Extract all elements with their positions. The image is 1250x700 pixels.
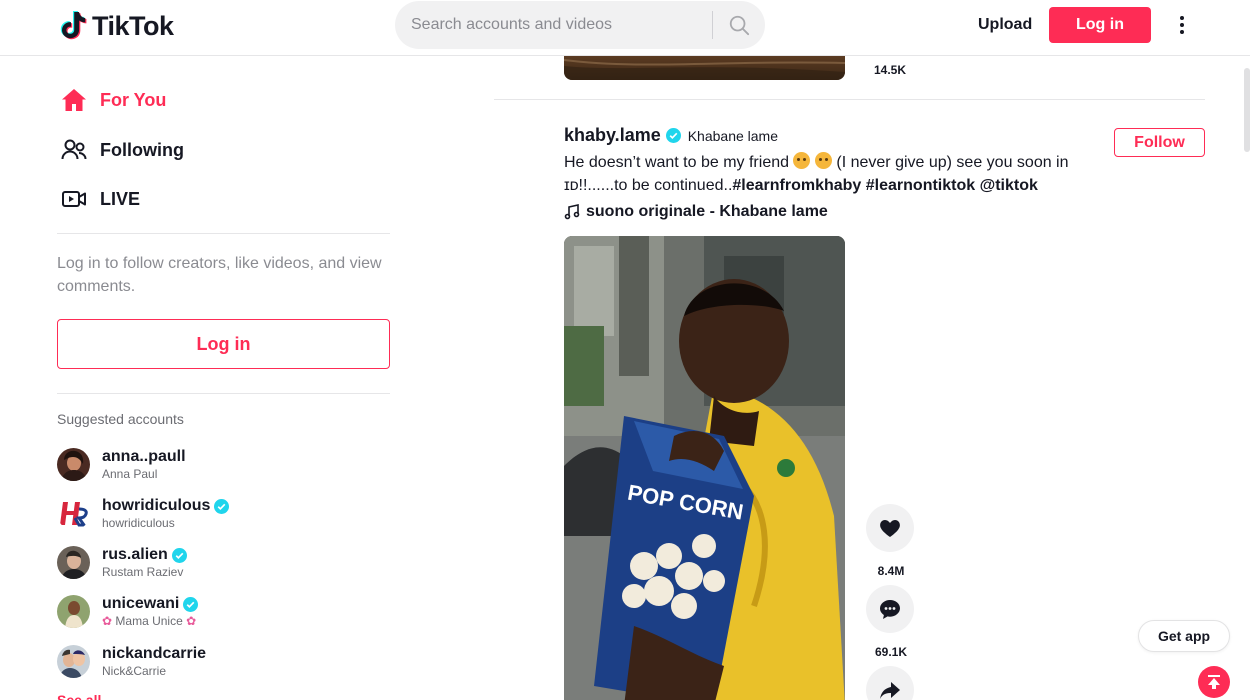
verified-badge-icon bbox=[214, 498, 230, 514]
feed-divider bbox=[494, 99, 1205, 100]
tiktok-note-icon bbox=[60, 11, 87, 40]
verified-badge-icon bbox=[183, 596, 199, 612]
comment-action: 69.1K bbox=[866, 585, 916, 659]
sidebar-item-live[interactable]: LIVE bbox=[60, 185, 140, 213]
post-nickname: Khabane lame bbox=[687, 127, 779, 144]
see-all-link[interactable]: See all bbox=[57, 692, 101, 700]
people-icon bbox=[61, 139, 87, 160]
follow-button[interactable]: Follow bbox=[1114, 128, 1205, 157]
header-login-button[interactable]: Log in bbox=[1049, 7, 1151, 43]
home-icon bbox=[62, 89, 86, 111]
sidebar-item-following[interactable]: Following bbox=[60, 136, 184, 164]
comment-button[interactable] bbox=[866, 585, 914, 633]
account-name: ✿ Mama Unice ✿ bbox=[102, 614, 197, 628]
verified-badge-icon bbox=[171, 547, 187, 563]
page-scrollbar[interactable] bbox=[1244, 68, 1250, 152]
get-app-button[interactable]: Get app bbox=[1138, 620, 1230, 652]
avatar bbox=[57, 595, 90, 628]
mention-link[interactable]: @tiktok bbox=[980, 177, 1038, 194]
back-to-top-button[interactable] bbox=[1198, 666, 1230, 698]
account-username: unicewani bbox=[102, 595, 199, 613]
music-link[interactable]: suono originale - Khabane lame bbox=[564, 203, 828, 221]
sidebar-item-for-you[interactable]: For You bbox=[60, 86, 166, 114]
suggested-account[interactable]: rus.alien Rustam Raziev bbox=[57, 546, 387, 586]
heart-icon bbox=[880, 520, 900, 537]
sidebar-item-label: Following bbox=[100, 139, 184, 160]
music-note-icon bbox=[564, 204, 580, 220]
sad-emoji-icon bbox=[793, 152, 811, 169]
suggested-account[interactable]: unicewani ✿ Mama Unice ✿ bbox=[57, 595, 387, 635]
like-count: 8.4M bbox=[877, 564, 905, 578]
like-button[interactable] bbox=[866, 504, 914, 552]
sidebar-login-button[interactable]: Log in bbox=[57, 319, 390, 369]
upload-button[interactable]: Upload bbox=[978, 16, 1032, 34]
suggested-account[interactable]: howridiculous howridiculous bbox=[57, 497, 387, 537]
account-username: anna..paull bbox=[102, 448, 186, 465]
live-icon bbox=[62, 191, 86, 207]
previous-video-thumbnail[interactable] bbox=[564, 56, 845, 80]
post-author[interactable]: khaby.lame Khabane lame bbox=[564, 125, 778, 146]
account-name: Rustam Raziev bbox=[102, 565, 184, 579]
hashtag-link[interactable]: #learnfromkhaby bbox=[732, 177, 861, 194]
post-caption: He doesn’t want to be my friend (I never… bbox=[564, 152, 1069, 194]
suggested-account[interactable]: anna..paull Anna Paul bbox=[57, 448, 387, 488]
search-icon bbox=[729, 15, 750, 36]
search-input[interactable] bbox=[395, 1, 712, 49]
account-username: howridiculous bbox=[102, 497, 230, 515]
sidebar-item-label: LIVE bbox=[100, 188, 141, 209]
suggested-account[interactable]: nickandcarrie Nick&Carrie bbox=[57, 645, 387, 685]
flower-icon: ✿ bbox=[102, 614, 113, 628]
sidebar-divider bbox=[57, 393, 390, 394]
like-action: 8.4M bbox=[866, 504, 916, 578]
account-username: rus.alien bbox=[102, 546, 187, 564]
video-player[interactable]: POP CORN bbox=[564, 236, 845, 700]
sidebar-item-label: For You bbox=[100, 89, 167, 110]
account-name: howridiculous bbox=[102, 516, 175, 530]
sidebar-divider bbox=[57, 233, 390, 234]
comment-count: 69.1K bbox=[874, 645, 908, 659]
login-prompt-text: Log in to follow creators, like videos, … bbox=[57, 255, 382, 295]
comment-icon bbox=[880, 600, 900, 619]
search-bar bbox=[395, 1, 765, 49]
more-options-icon[interactable] bbox=[1172, 12, 1192, 38]
top-header: TikTok Upload Log in bbox=[0, 0, 1250, 56]
hashtag-link[interactable]: #learnontiktok bbox=[866, 177, 975, 194]
suggested-accounts-title: Suggested accounts bbox=[57, 411, 184, 427]
arrow-up-icon bbox=[1208, 675, 1220, 689]
tiktok-logo[interactable]: TikTok bbox=[60, 10, 174, 42]
previous-video-share-count: 14.5K bbox=[874, 63, 907, 77]
avatar bbox=[57, 497, 90, 530]
avatar bbox=[57, 448, 90, 481]
post-username[interactable]: khaby.lame bbox=[564, 125, 661, 146]
share-icon bbox=[880, 682, 900, 699]
avatar bbox=[57, 645, 90, 678]
share-action bbox=[866, 666, 916, 700]
account-name: Nick&Carrie bbox=[102, 664, 167, 678]
logo-text: TikTok bbox=[92, 10, 174, 41]
search-button[interactable] bbox=[713, 1, 765, 49]
pleading-emoji-icon bbox=[814, 152, 832, 169]
avatar bbox=[57, 546, 90, 579]
share-button[interactable] bbox=[866, 666, 914, 700]
account-username: nickandcarrie bbox=[102, 645, 207, 662]
flower-icon: ✿ bbox=[186, 614, 197, 628]
verified-badge-icon bbox=[665, 128, 681, 143]
account-name: Anna Paul bbox=[102, 467, 158, 481]
